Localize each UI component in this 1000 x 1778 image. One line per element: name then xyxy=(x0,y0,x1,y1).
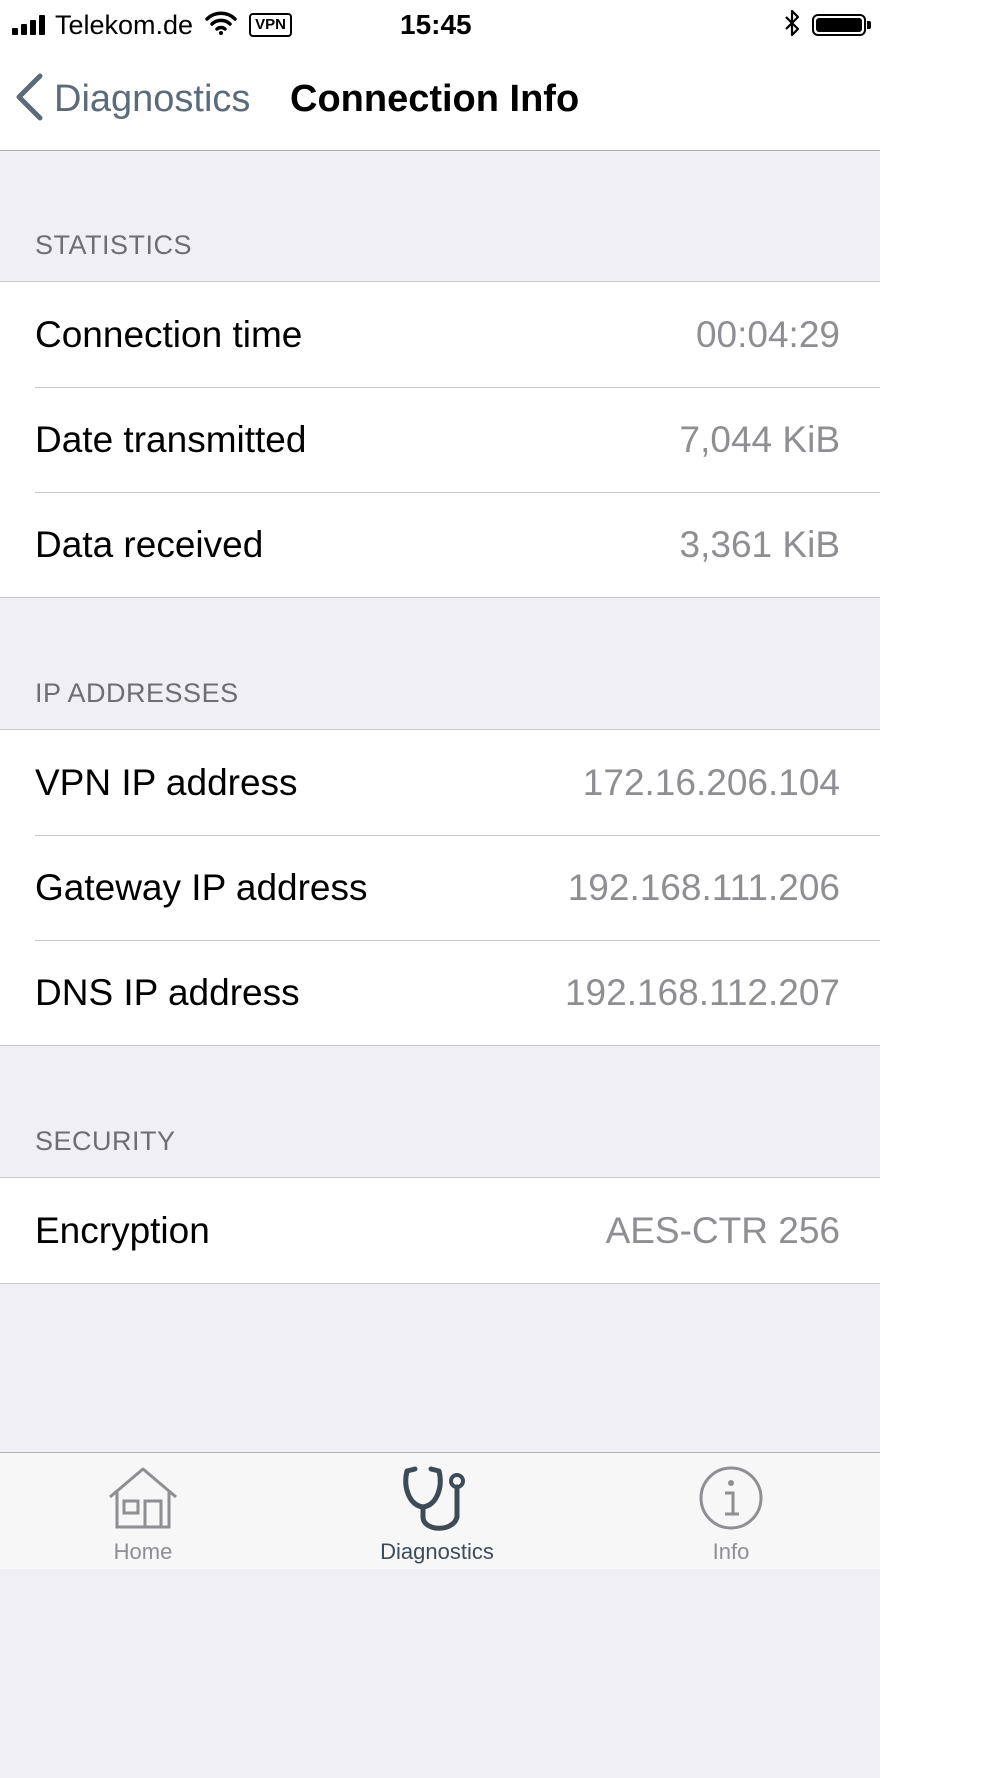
row-connection-time: Connection time 00:04:29 xyxy=(0,282,880,387)
section-header-security: SECURITY xyxy=(35,1126,176,1156)
row-date-transmitted: Date transmitted 7,044 KiB xyxy=(0,387,880,492)
row-label: DNS IP address xyxy=(35,972,300,1013)
page-title: Connection Info xyxy=(290,78,580,120)
back-button-label: Diagnostics xyxy=(54,77,251,120)
home-icon xyxy=(107,1465,179,1536)
statistics-group: Connection time 00:04:29 Date transmitte… xyxy=(0,281,880,598)
ip-addresses-group: VPN IP address 172.16.206.104 Gateway IP… xyxy=(0,729,880,1046)
chevron-left-icon xyxy=(14,73,44,126)
status-bar-left: Telekom.de VPN xyxy=(12,8,292,42)
row-gateway-ip-address: Gateway IP address 192.168.111.206 xyxy=(0,835,880,940)
row-value: 00:04:29 xyxy=(695,314,840,355)
row-value: 172.16.206.104 xyxy=(582,762,840,803)
navigation-bar: Diagnostics Connection Info xyxy=(0,50,880,151)
tab-label: Home xyxy=(113,1539,173,1564)
row-data-received: Data received 3,361 KiB xyxy=(0,492,880,597)
tab-diagnostics[interactable]: Diagnostics xyxy=(337,1453,537,1569)
status-time: 15:45 xyxy=(400,9,472,40)
carrier-name: Telekom.de xyxy=(55,9,194,40)
row-value: 192.168.111.206 xyxy=(567,867,840,908)
stethoscope-icon xyxy=(401,1465,473,1540)
row-value: 3,361 KiB xyxy=(679,524,840,565)
row-encryption: Encryption AES-CTR 256 xyxy=(0,1178,880,1283)
tab-info[interactable]: Info xyxy=(631,1453,831,1569)
row-vpn-ip-address: VPN IP address 172.16.206.104 xyxy=(0,730,880,835)
status-bar: Telekom.de VPN 15:45 xyxy=(0,0,880,50)
row-value: AES-CTR 256 xyxy=(605,1210,840,1251)
row-value: 7,044 KiB xyxy=(679,419,840,460)
row-label: Connection time xyxy=(35,314,303,355)
row-label: Gateway IP address xyxy=(35,867,368,908)
tab-home[interactable]: Home xyxy=(43,1453,243,1569)
security-group: Encryption AES-CTR 256 xyxy=(0,1177,880,1284)
row-label: Date transmitted xyxy=(35,419,307,460)
app-window: Telekom.de VPN 15:45 Diagnostics Connect… xyxy=(0,0,1000,1778)
tab-label: Info xyxy=(712,1539,750,1564)
tab-bar: Home Diagnostics Info xyxy=(0,1452,880,1569)
section-header-ip-addresses: IP ADDRESSES xyxy=(35,678,239,708)
tab-label: Diagnostics xyxy=(380,1539,494,1564)
battery-icon xyxy=(812,14,871,36)
status-bar-right xyxy=(784,8,871,42)
wifi-icon xyxy=(205,11,237,40)
back-button[interactable]: Diagnostics xyxy=(14,73,251,126)
bluetooth-icon xyxy=(784,9,800,42)
section-header-statistics: STATISTICS xyxy=(35,230,193,260)
info-icon xyxy=(698,1465,764,1536)
cellular-signal-icon xyxy=(12,15,45,35)
row-label: VPN IP address xyxy=(35,762,298,803)
row-value: 192.168.112.207 xyxy=(564,972,840,1013)
screen: Telekom.de VPN 15:45 Diagnostics Connect… xyxy=(0,0,880,1778)
row-label: Data received xyxy=(35,524,264,565)
row-dns-ip-address: DNS IP address 192.168.112.207 xyxy=(0,940,880,1045)
row-label: Encryption xyxy=(35,1210,210,1251)
vpn-badge: VPN xyxy=(249,13,292,37)
